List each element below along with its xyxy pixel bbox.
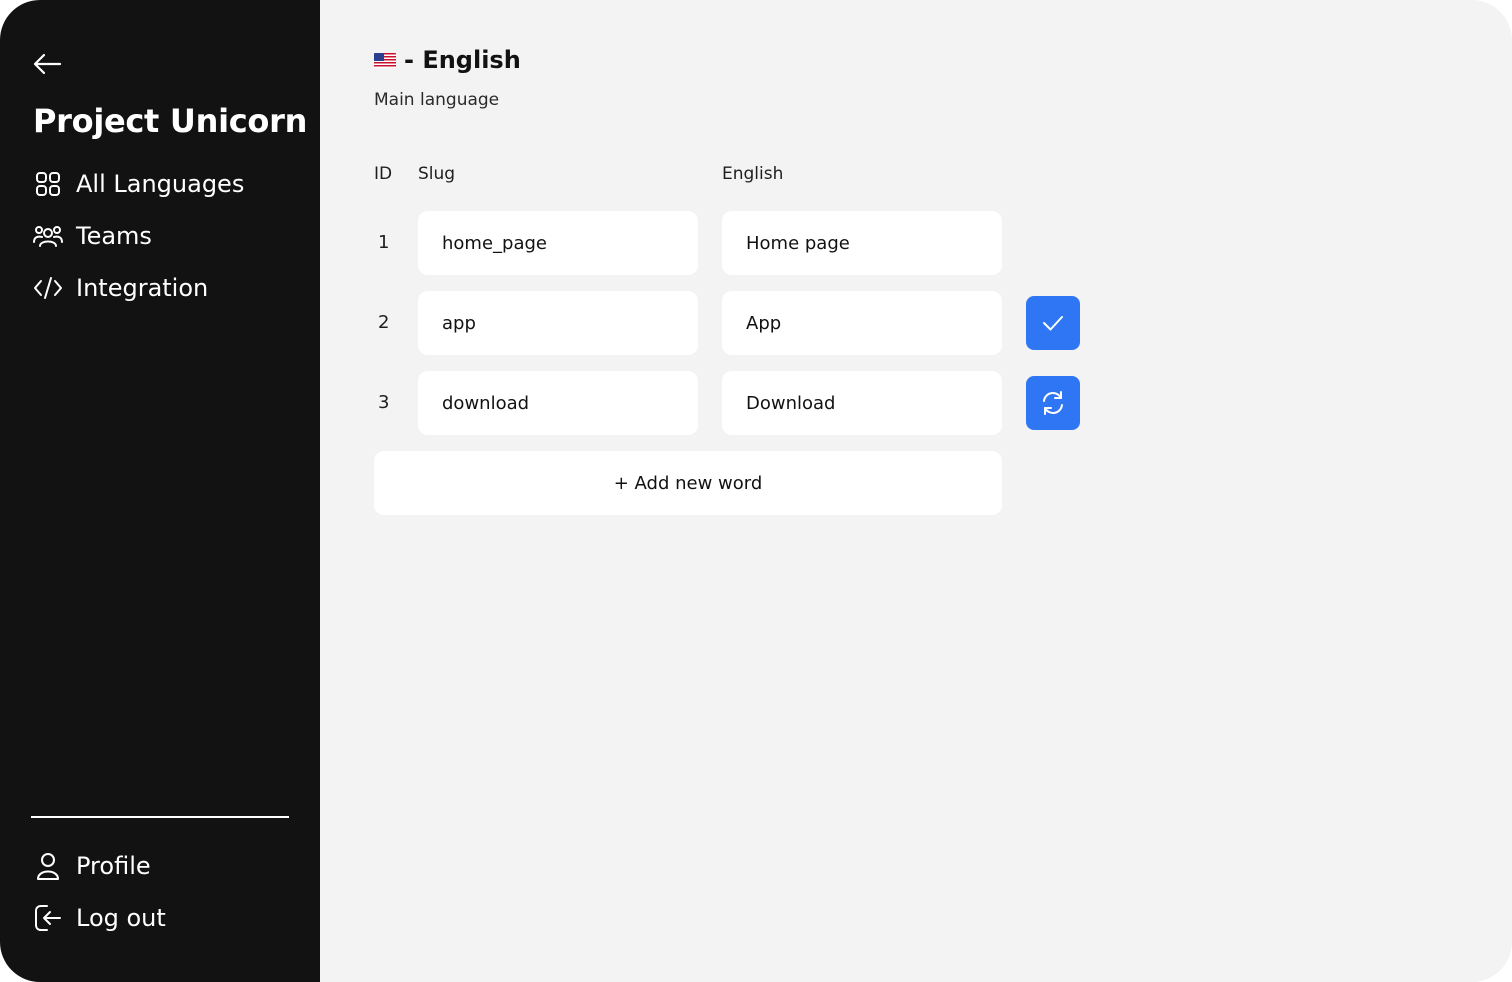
sidebar-item-label: Profile — [76, 852, 151, 880]
refresh-icon — [1043, 391, 1063, 415]
column-header-slug: Slug — [418, 164, 456, 184]
back-button[interactable] — [32, 50, 64, 78]
row-id: 3 — [378, 392, 390, 413]
sidebar-item-label: All Languages — [76, 170, 245, 198]
sidebar-divider — [31, 816, 289, 818]
translation-input[interactable]: Download — [722, 371, 1002, 435]
sidebar-item-label: Log out — [76, 904, 166, 932]
confirm-button[interactable] — [1026, 296, 1080, 350]
check-icon — [1043, 316, 1063, 331]
column-header-id: ID — [374, 164, 393, 184]
grid-icon — [32, 168, 64, 200]
main-content: - English Main language ID Slug English … — [320, 0, 1512, 982]
code-icon — [32, 272, 64, 304]
sidebar-item-label: Integration — [76, 274, 209, 302]
sidebar-item-label: Teams — [76, 222, 152, 250]
project-title: Project Unicorn — [33, 102, 308, 140]
language-subtitle: Main language — [374, 90, 500, 110]
us-flag-icon — [374, 52, 396, 68]
slug-input[interactable]: app — [418, 291, 698, 355]
sidebar-item-integration[interactable]: Integration — [32, 270, 208, 306]
column-header-english: English — [722, 164, 784, 184]
slug-input[interactable]: download — [418, 371, 698, 435]
language-title: - English — [404, 46, 521, 74]
app-window: Project Unicorn All Languages Teams Inte… — [0, 0, 1512, 982]
sidebar: Project Unicorn All Languages Teams Inte… — [0, 0, 320, 982]
arrow-left-icon — [33, 53, 62, 75]
logout-icon — [32, 902, 64, 934]
users-icon — [32, 220, 64, 252]
translation-input[interactable]: App — [722, 291, 1002, 355]
refresh-button[interactable] — [1026, 376, 1080, 430]
sidebar-item-teams[interactable]: Teams — [32, 218, 152, 254]
user-icon — [32, 850, 64, 882]
add-new-word-button[interactable]: + Add new word — [374, 451, 1002, 515]
sidebar-item-profile[interactable]: Profile — [32, 848, 151, 884]
translation-input[interactable]: Home page — [722, 211, 1002, 275]
slug-input[interactable]: home_page — [418, 211, 698, 275]
sidebar-item-logout[interactable]: Log out — [32, 900, 166, 936]
row-id: 1 — [378, 232, 390, 253]
language-header: - English — [374, 46, 521, 74]
sidebar-item-all-languages[interactable]: All Languages — [32, 166, 244, 202]
row-id: 2 — [378, 312, 390, 333]
